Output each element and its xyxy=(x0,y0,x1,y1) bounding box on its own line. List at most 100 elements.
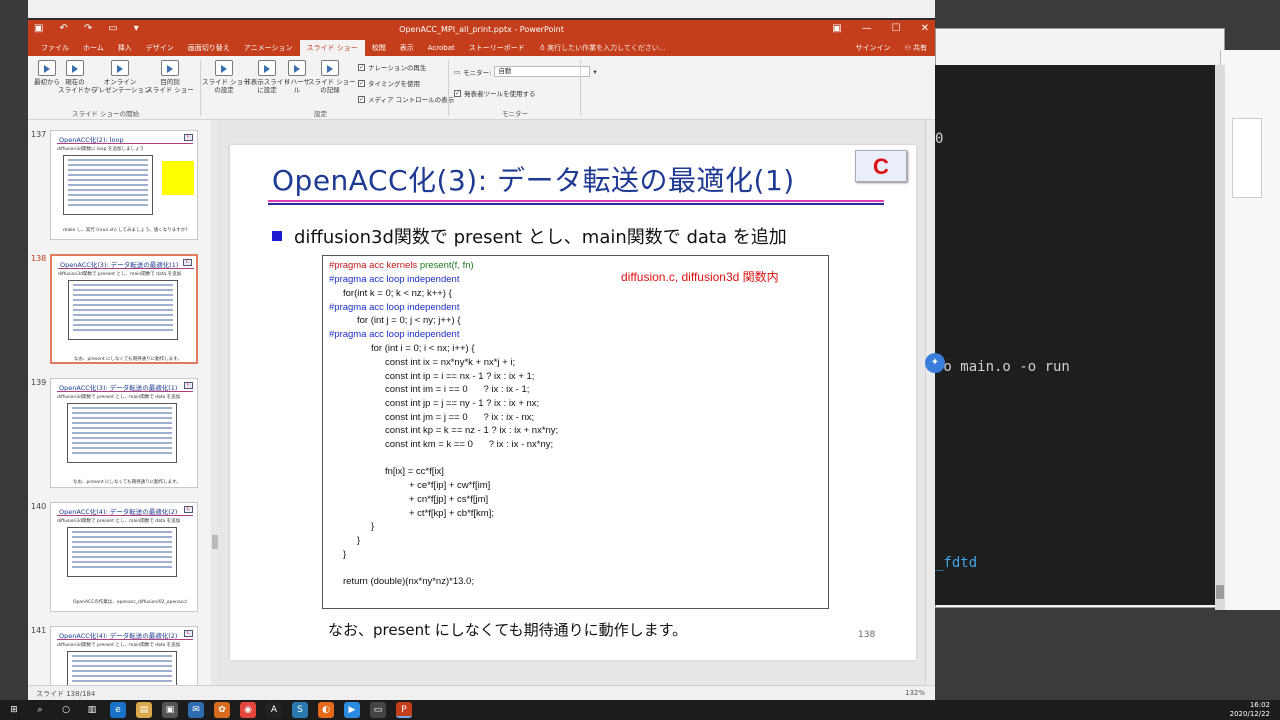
code-block[interactable]: diffusion.c, diffusion3d 関数内 #pragma acc… xyxy=(322,255,829,609)
signin-link[interactable]: サインイン xyxy=(855,40,890,56)
minimize-button[interactable]: — xyxy=(862,23,872,34)
tab-transitions[interactable]: 画面切り替え xyxy=(181,40,237,56)
slide-footnote[interactable]: なお、present にしなくても期待通りに動作します。 xyxy=(328,619,687,640)
monitor-dropdown[interactable]: ▭ モニター: 自動 ▾ xyxy=(454,66,597,77)
taskbar: ⊞ ⌕ ○ ▥ e ▤ ▣ ✉ ✿ ◉ A S ◐ ▶ ▭ P 16:02 20… xyxy=(0,700,1280,720)
badge-icon: C xyxy=(184,506,193,513)
app-orange-icon[interactable]: ✿ xyxy=(214,702,230,718)
slide-thumbnail-pane[interactable]: 137 OpenACC化(2): loop F diffusion3d関数に l… xyxy=(28,120,211,685)
current-slide[interactable]: OpenACC化(3): データ転送の最適化(1) C diffusion3d関… xyxy=(230,145,916,660)
thumbnail-image[interactable]: OpenACC化(2): loop F diffusion3d関数に loop … xyxy=(50,130,198,240)
ribbon-divider xyxy=(200,60,201,116)
chrome-icon[interactable]: ◉ xyxy=(240,702,256,718)
media-controls-checkbox[interactable]: ✓ メディア コントロールの表示 xyxy=(358,94,454,104)
setup-show-button[interactable]: スライド ショー の設定 xyxy=(202,60,250,94)
title-rule xyxy=(57,639,193,640)
ribbon-options-icon[interactable]: ▣ xyxy=(832,23,841,34)
close-button[interactable]: ✕ xyxy=(921,23,929,34)
checkbox-checked: ✓ xyxy=(358,63,365,71)
presenter-view-checkbox[interactable]: ✓ 発表者ツールを使用する xyxy=(454,88,536,98)
dropbox-icon[interactable]: ✦ xyxy=(925,353,945,373)
thumbnail-scrollbar[interactable] xyxy=(211,120,219,685)
acrobat-icon[interactable]: A xyxy=(266,702,282,718)
slide-scrollbar[interactable] xyxy=(925,120,935,685)
bullet-square-icon xyxy=(272,231,282,241)
thumbnail-image-selected[interactable]: OpenACC化(3): データ転送の最適化(1) C diffusion3d関… xyxy=(50,254,198,364)
file-explorer-icon[interactable]: ▤ xyxy=(136,702,152,718)
tab-file[interactable]: ファイル xyxy=(34,40,76,56)
terminal-scrollbar[interactable] xyxy=(1215,65,1225,610)
slide-bullet[interactable]: diffusion3d関数で present とし、main関数で data を… xyxy=(272,223,787,249)
mail-icon[interactable]: ✉ xyxy=(188,702,204,718)
from-current-button[interactable]: 現在の スライドから xyxy=(58,60,97,94)
firefox-icon[interactable]: ◐ xyxy=(318,702,334,718)
terminal-window[interactable]: 0 .o main.o -o run _fdtd xyxy=(935,65,1215,605)
zoom-level[interactable]: 132% xyxy=(905,689,925,697)
share-button[interactable]: ⚇ 共有 xyxy=(904,40,927,56)
tab-home[interactable]: ホーム xyxy=(76,40,111,56)
edge-icon[interactable]: e xyxy=(110,702,126,718)
tab-storyboard[interactable]: ストーリーボード xyxy=(462,40,532,56)
task-view-icon[interactable]: ○ xyxy=(58,702,74,718)
status-bar: スライド 138/184 132% xyxy=(28,685,935,700)
code-line: #pragma acc loop independent xyxy=(329,329,460,340)
custom-show-icon xyxy=(161,60,179,76)
scrollbar-thumb[interactable] xyxy=(1216,585,1224,599)
code-line: const int kp = k == nz - 1 ? ix : ix + n… xyxy=(385,425,559,436)
slide-title[interactable]: OpenACC化(3): データ転送の最適化(1) xyxy=(272,159,795,199)
rehearse-icon xyxy=(288,60,306,76)
tab-acrobat[interactable]: Acrobat xyxy=(421,40,462,56)
record-show-button[interactable]: スライド ショー の記録 xyxy=(308,60,356,94)
powerpoint-taskbar-icon[interactable]: P xyxy=(396,702,412,718)
badge-icon: C xyxy=(183,259,192,266)
background-left-strip xyxy=(0,0,28,700)
badge-icon: F xyxy=(184,134,193,141)
timing-checkbox[interactable]: ✓ タイミングを使用 xyxy=(358,78,420,88)
scrollbar-thumb[interactable] xyxy=(212,535,218,549)
tab-slideshow[interactable]: スライド ショー xyxy=(299,40,365,56)
code-line: const int ip = i == nx - 1 ? ix : ix + 1… xyxy=(385,371,535,382)
maximize-button[interactable]: ☐ xyxy=(892,23,901,34)
windows-start-icon[interactable]: ⊞ xyxy=(6,702,22,718)
tab-review[interactable]: 校閲 xyxy=(365,40,393,56)
person-icon: ⚇ xyxy=(904,44,913,52)
search-icon[interactable]: ⌕ xyxy=(32,702,48,718)
widgets-icon[interactable]: ▥ xyxy=(84,702,100,718)
code-block xyxy=(67,527,177,577)
window-title: OpenACC_MPI_all_print.pptx - PowerPoint xyxy=(399,25,564,34)
code-block xyxy=(63,155,153,215)
tell-me-search[interactable]: ♁ 実行したい作業を入力してください... xyxy=(540,43,666,53)
title-rule xyxy=(57,391,193,392)
narration-checkbox[interactable]: ✓ ナレーションの再生 xyxy=(358,62,426,72)
online-icon xyxy=(111,60,129,76)
zoom-icon[interactable]: ▶ xyxy=(344,702,360,718)
thumbnail-image[interactable]: OpenACC化(4): データ転送の最適化(2) C diffusion3d関… xyxy=(50,502,198,612)
tab-design[interactable]: デザイン xyxy=(139,40,181,56)
thumbnail-image[interactable]: OpenACC化(3): データ転送の最適化(1) F diffusion3d関… xyxy=(50,378,198,488)
custom-show-button[interactable]: 目的別 スライド ショー xyxy=(146,60,194,94)
hide-slide-icon xyxy=(258,60,276,76)
system-clock[interactable]: 16:02 2020/12/22 xyxy=(1230,701,1270,719)
tab-animations[interactable]: アニメーション xyxy=(237,40,300,56)
slide-badge[interactable]: C xyxy=(855,150,907,182)
title-rule xyxy=(58,268,194,269)
background-window-3[interactable] xyxy=(1232,118,1262,198)
online-present-button[interactable]: オンライン プレゼンテーション xyxy=(92,60,150,94)
tab-view[interactable]: 表示 xyxy=(393,40,421,56)
app-icon[interactable]: ▣ xyxy=(162,702,178,718)
code-block xyxy=(68,280,178,340)
app-icon[interactable]: ▭ xyxy=(370,702,386,718)
tab-insert[interactable]: 挿入 xyxy=(111,40,139,56)
slide-counter: スライド 138/184 xyxy=(36,690,96,698)
skype-icon[interactable]: S xyxy=(292,702,308,718)
ribbon: 最初から 現在の スライドから オンライン プレゼンテーション 目的別 スライド… xyxy=(28,56,935,120)
code-line: fn[ix] = cc*f[ix] xyxy=(385,466,444,477)
ribbon-divider xyxy=(448,60,449,116)
code-location-note: diffusion.c, diffusion3d 関数内 xyxy=(621,270,779,284)
slide-page-number: 138 xyxy=(858,630,876,640)
code-line: + ce*f[ip] + cw*f[im] xyxy=(409,480,491,491)
slide-editor[interactable]: OpenACC化(3): データ転送の最適化(1) C diffusion3d関… xyxy=(219,120,935,685)
terminal-line: _fdtd xyxy=(935,555,978,571)
thumbnail-image[interactable]: OpenACC化(4): データ転送の最適化(2) C diffusion3d関… xyxy=(50,626,198,685)
code-line: #pragma acc loop independent xyxy=(329,302,460,313)
